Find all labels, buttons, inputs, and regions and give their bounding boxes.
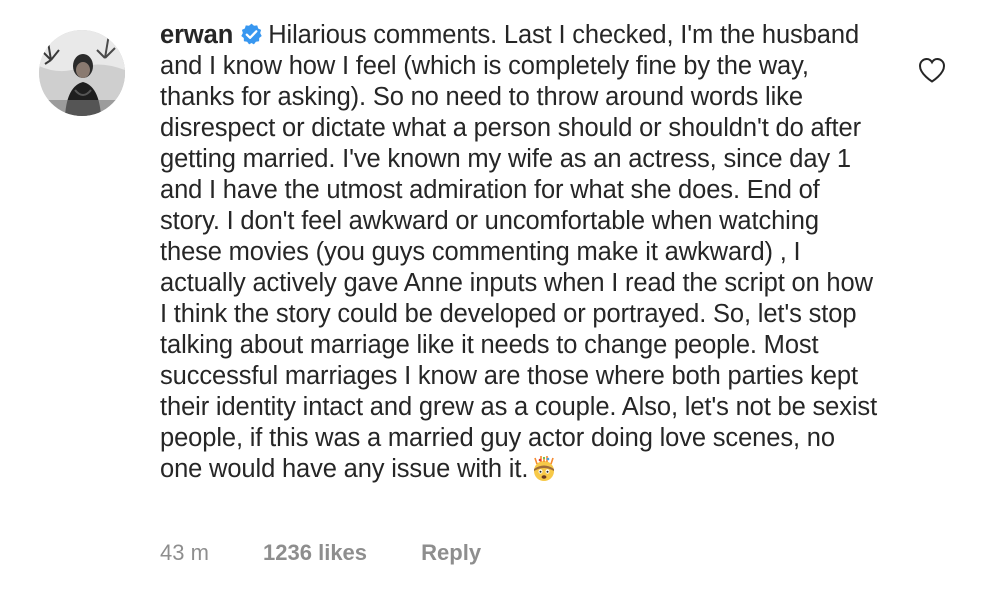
timestamp[interactable]: 43 m [160,540,209,566]
avatar-image [39,30,125,116]
exploding-head-emoji-icon [531,456,557,482]
comment-body: erwan Hilarious comments. Last I checked,… [160,20,880,485]
comment-text: Hilarious comments. Last I checked, I'm … [160,21,878,483]
like-heart-icon[interactable] [917,56,947,84]
comment: erwan Hilarious comments. Last I checked,… [0,0,1000,611]
likes-count[interactable]: 1236 likes [263,540,367,566]
reply-button[interactable]: Reply [421,540,481,566]
avatar[interactable] [39,30,125,116]
username[interactable]: erwan [160,21,233,49]
verified-badge-icon [239,22,264,47]
comment-meta: 43 m 1236 likes Reply [160,540,481,566]
